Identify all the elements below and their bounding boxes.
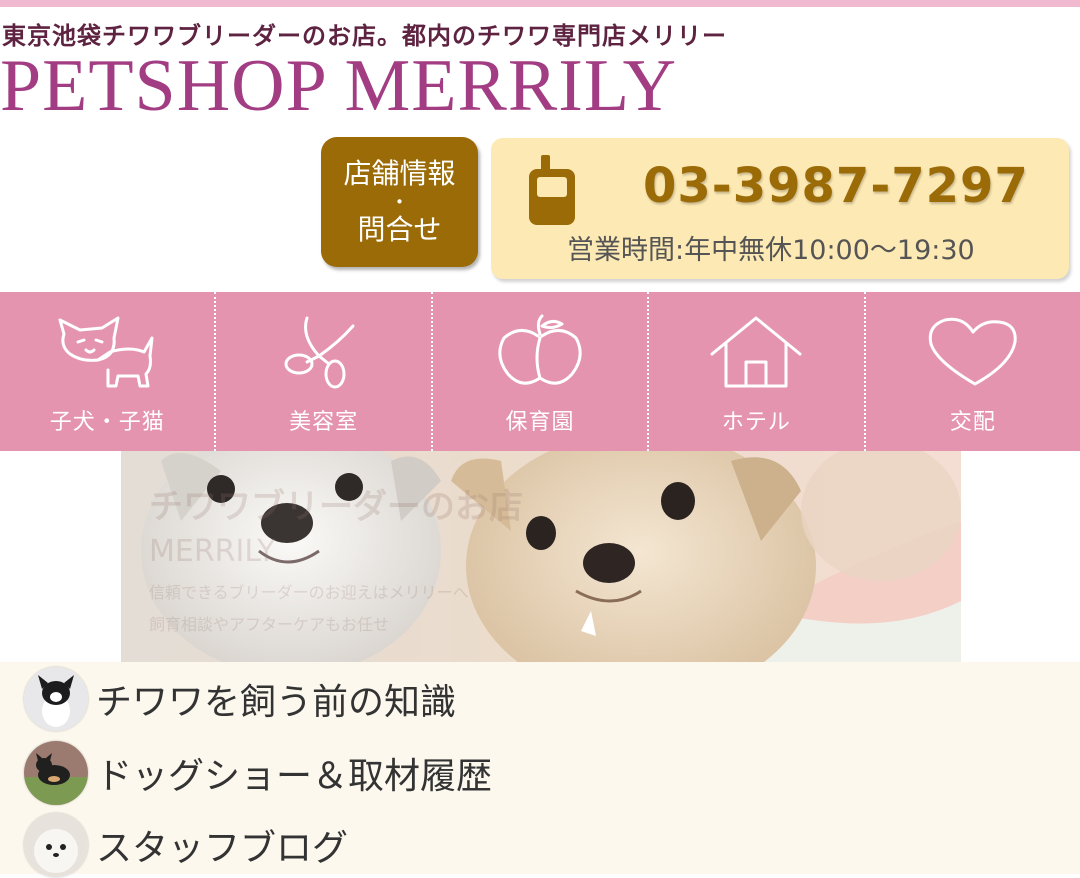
apple-icon — [498, 314, 582, 385]
nav-label: 交配 — [949, 410, 996, 435]
link-label: スタッフブログ — [96, 828, 349, 869]
store-info-contact-button[interactable]: 店舗情報 ・ 問合せ — [321, 137, 478, 267]
pomeranian-thumbnail — [24, 813, 88, 877]
main-navigation: 子犬・子猫 美容室 保育園 ホテル 交配 — [0, 292, 1080, 451]
top-accent-stripe — [0, 0, 1080, 7]
link-label: ドッグショー＆取材履歴 — [96, 756, 493, 797]
nav-item-hotel[interactable]: ホテル — [649, 292, 866, 451]
link-label: チワワを飼う前の知識 — [96, 682, 457, 723]
nav-item-mating[interactable]: 交配 — [866, 292, 1080, 451]
hero-overlay-text: チワワブリーダーのお店 MERRILY 信頼できるブリーダーのお迎えはメリリーへ… — [149, 479, 523, 635]
hero-overlay-title: チワワブリーダーのお店 — [149, 487, 523, 527]
hero-overlay-line: 信頼できるブリーダーのお迎えはメリリーへ — [149, 583, 469, 602]
store-info-separator: ・ — [389, 190, 410, 214]
nav-label: 保育園 — [505, 410, 575, 435]
puppy-icon — [58, 316, 154, 388]
phone-number[interactable]: 03-3987-7297 — [643, 158, 1029, 214]
nav-item-daycare[interactable]: 保育園 — [433, 292, 650, 451]
link-dogshow-media[interactable]: ドッグショー＆取材履歴 — [24, 740, 492, 806]
business-hours: 営業時間:年中無休10:00〜19:30 — [567, 235, 975, 266]
store-info-label: 店舗情報 — [343, 157, 456, 190]
phone-contact-box[interactable]: 03-3987-7297 営業時間:年中無休10:00〜19:30 — [491, 138, 1069, 279]
nav-item-puppies-kittens[interactable]: 子犬・子猫 — [0, 292, 217, 451]
dogshow-thumbnail — [24, 741, 88, 805]
scissors-icon — [284, 316, 355, 389]
nav-label: 美容室 — [289, 410, 359, 435]
nav-label: 子犬・子猫 — [49, 410, 165, 435]
link-chihuahua-knowledge[interactable]: チワワを飼う前の知識 — [24, 666, 456, 732]
avatar — [24, 741, 88, 805]
house-icon — [710, 316, 802, 388]
nav-item-grooming-salon[interactable]: 美容室 — [216, 292, 433, 451]
link-list: チワワを飼う前の知識 ドッグショー＆取材履歴 スタッフブログ — [0, 662, 1080, 877]
mobile-phone-icon — [529, 155, 575, 225]
avatar — [24, 813, 88, 877]
brand-logo-text[interactable]: PETSHOP MERRILY — [0, 46, 677, 126]
link-staff-blog[interactable]: スタッフブログ — [24, 812, 348, 878]
hero-overlay-subtitle: MERRILY — [149, 534, 276, 569]
hero-overlay-line: 飼育相談やアフターケアもお任せ — [149, 615, 390, 634]
avatar — [24, 667, 88, 731]
heart-icon — [928, 317, 1017, 386]
chihuahua-thumbnail — [24, 667, 88, 731]
contact-label: 問合せ — [357, 213, 442, 246]
hero-banner: チワワブリーダーのお店 MERRILY 信頼できるブリーダーのお迎えはメリリーへ… — [121, 451, 961, 662]
nav-label: ホテル — [721, 410, 791, 435]
